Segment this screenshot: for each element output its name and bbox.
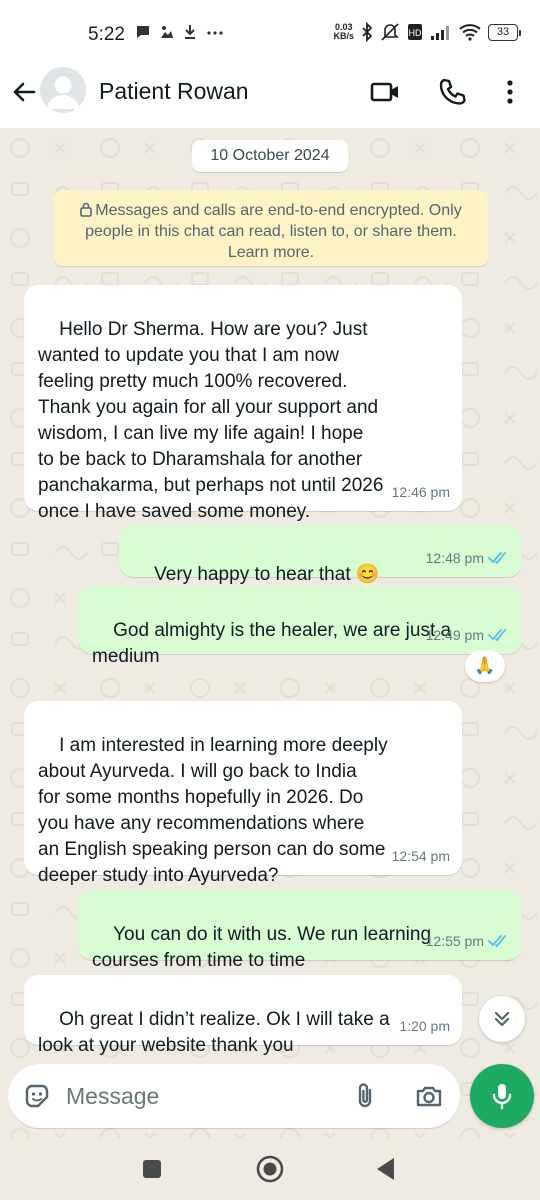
more-dots-icon bbox=[206, 31, 223, 35]
message-composer bbox=[8, 1064, 460, 1128]
message-text: Very happy to hear that 😊 bbox=[154, 564, 380, 585]
message-outgoing[interactable]: God almighty is the healer, we are just … bbox=[78, 586, 522, 667]
message-incoming[interactable]: I am interested in learning more deeply … bbox=[24, 701, 462, 886]
download-icon bbox=[185, 25, 196, 39]
back-triangle-icon[interactable] bbox=[372, 1154, 402, 1184]
encryption-notice[interactable]: Messages and calls are end-to-end encryp… bbox=[54, 190, 488, 266]
message-time: 12:48 pm bbox=[425, 550, 484, 566]
read-ticks-icon bbox=[488, 629, 506, 642]
contact-name[interactable]: Patient Rowan bbox=[99, 78, 249, 105]
message-incoming[interactable]: Oh great I didn’t realize. Ok I will tak… bbox=[24, 975, 462, 1056]
more-options-icon[interactable] bbox=[494, 76, 526, 108]
status-time: 5:22 bbox=[88, 24, 125, 45]
back-arrow-icon[interactable] bbox=[8, 76, 40, 108]
microphone-icon bbox=[492, 1084, 512, 1110]
sim-icon: HD bbox=[408, 24, 422, 40]
read-ticks-icon bbox=[488, 935, 506, 948]
message-meta: 12:49 pm bbox=[426, 622, 510, 648]
avatar[interactable] bbox=[40, 67, 86, 113]
system-navigation-bar bbox=[0, 1138, 540, 1200]
notification-icons bbox=[135, 24, 224, 42]
attach-icon[interactable] bbox=[351, 1081, 381, 1111]
home-circle-icon[interactable] bbox=[255, 1154, 285, 1184]
chat-area[interactable]: 10 October 2024 Messages and calls are e… bbox=[0, 128, 540, 1138]
message-text: I am interested in learning more deeply … bbox=[38, 735, 388, 886]
default-avatar-icon bbox=[47, 76, 79, 109]
status-right-icons: 0.03 KB/s HD 33 bbox=[333, 22, 521, 42]
message-meta: 12:55 pm bbox=[426, 928, 510, 954]
battery-icon: 33 bbox=[488, 23, 521, 41]
message-meta: 12:46 pm bbox=[392, 479, 450, 505]
message-time: 12:49 pm bbox=[425, 627, 484, 643]
message-meta: 12:48 pm bbox=[426, 545, 510, 571]
message-outgoing[interactable]: Very happy to hear that 😊 12:48 pm bbox=[119, 525, 522, 585]
message-reaction[interactable]: 🙏 bbox=[465, 650, 505, 682]
message-time: 1:20 pm bbox=[399, 1018, 450, 1034]
date-chip: 10 October 2024 bbox=[192, 140, 348, 172]
bluetooth-icon bbox=[362, 22, 373, 42]
message-meta: 12:54 pm bbox=[392, 843, 450, 869]
sticker-emoji-icon[interactable] bbox=[22, 1081, 52, 1111]
message-time: 12:46 pm bbox=[391, 484, 450, 500]
message-text: Hello Dr Sherma. How are you? Just wante… bbox=[38, 319, 384, 522]
lock-icon bbox=[80, 202, 93, 217]
voice-call-icon[interactable] bbox=[436, 76, 468, 108]
message-time: 12:54 pm bbox=[391, 848, 450, 864]
message-time: 12:55 pm bbox=[425, 933, 484, 949]
scroll-to-bottom-button[interactable] bbox=[479, 996, 525, 1042]
wifi-icon bbox=[459, 24, 481, 41]
network-speed: 0.03 KB/s bbox=[333, 22, 354, 41]
recents-square-icon[interactable] bbox=[137, 1154, 167, 1184]
chat-header: Patient Rowan bbox=[0, 56, 540, 128]
message-outgoing[interactable]: You can do it with us. We run learning c… bbox=[78, 890, 522, 971]
message-meta: 1:20 pm bbox=[399, 1013, 450, 1039]
camera-icon[interactable] bbox=[414, 1081, 444, 1111]
encryption-notice-text: Messages and calls are end-to-end encryp… bbox=[85, 202, 462, 261]
svg-text:HD: HD bbox=[409, 28, 422, 38]
message-incoming[interactable]: Hello Dr Sherma. How are you? Just wante… bbox=[24, 285, 462, 522]
double-chevron-down-icon bbox=[494, 1011, 510, 1027]
message-input[interactable] bbox=[66, 1078, 336, 1114]
voice-message-button[interactable] bbox=[470, 1064, 534, 1128]
mute-icon bbox=[381, 23, 399, 41]
read-ticks-icon bbox=[488, 552, 506, 565]
signal-icon bbox=[431, 26, 449, 40]
video-call-icon[interactable] bbox=[369, 76, 401, 108]
message-icon bbox=[137, 26, 149, 38]
cast-icon bbox=[161, 26, 174, 38]
